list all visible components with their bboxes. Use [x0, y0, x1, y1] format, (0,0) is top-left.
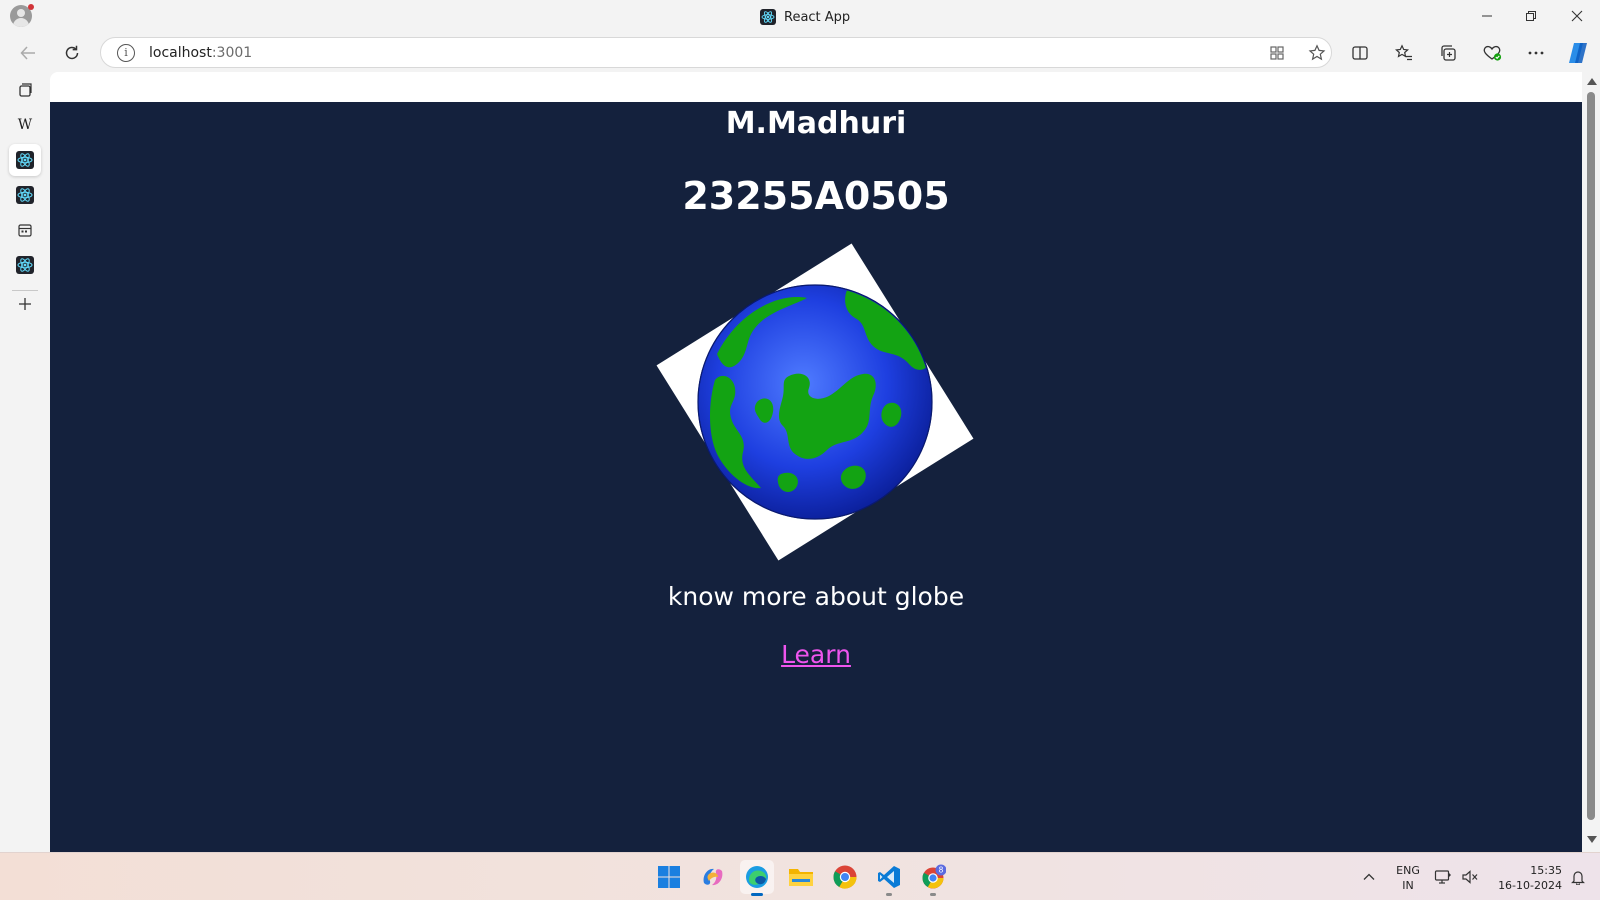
input-language-indicator[interactable]: ENG IN: [1393, 863, 1423, 893]
scroll-up-arrow-icon[interactable]: [1587, 78, 1597, 85]
react-app-root: M.Madhuri 23255A0505 know more about glo…: [50, 102, 1582, 852]
show-hidden-icons-chevron-icon[interactable]: [1354, 860, 1384, 894]
globe-icon: [697, 284, 933, 520]
vscode-icon[interactable]: [872, 860, 906, 896]
app-available-icon[interactable]: [1267, 43, 1287, 63]
tab-actions-icon[interactable]: [9, 74, 41, 106]
page-scrollbar[interactable]: [1582, 72, 1600, 852]
volume-muted-icon[interactable]: [1457, 860, 1483, 894]
restore-button[interactable]: [1508, 0, 1554, 32]
address-bar[interactable]: i localhost:3001: [100, 37, 1332, 68]
title-bar: React App: [0, 0, 1600, 34]
scrollbar-thumb[interactable]: [1587, 92, 1595, 820]
language-code: ENG: [1396, 864, 1420, 877]
copilot-icon[interactable]: [696, 860, 730, 894]
system-clock[interactable]: 15:35 16-10-2024: [1490, 863, 1562, 893]
chrome-icon[interactable]: [828, 860, 862, 894]
notification-bell-icon[interactable]: [1564, 860, 1592, 894]
collections-icon[interactable]: [1434, 39, 1462, 67]
site-info-icon[interactable]: i: [117, 44, 135, 62]
address-url[interactable]: localhost:3001: [149, 45, 252, 61]
chrome-profile-badge: 8: [939, 866, 944, 875]
favorite-star-icon[interactable]: [1307, 43, 1327, 63]
scroll-down-arrow-icon[interactable]: [1587, 836, 1597, 843]
refresh-button[interactable]: [58, 39, 86, 67]
file-explorer-icon[interactable]: [784, 860, 818, 894]
running-app-indicator: [930, 893, 936, 896]
learn-link-container: Learn: [50, 640, 1582, 669]
close-button[interactable]: [1554, 0, 1600, 32]
split-screen-icon[interactable]: [1346, 39, 1374, 67]
react-icon[interactable]: [9, 249, 41, 281]
browser-essentials-icon[interactable]: [1478, 39, 1506, 67]
window-title-text: React App: [784, 9, 851, 25]
calendar-icon[interactable]: [9, 214, 41, 246]
react-icon[interactable]: [9, 144, 41, 176]
clock-time: 15:35: [1530, 864, 1562, 877]
page-viewport: M.Madhuri 23255A0505 know more about glo…: [50, 72, 1582, 852]
chrome-profile-icon[interactable]: 8: [916, 860, 950, 896]
copilot-icon[interactable]: [1564, 39, 1592, 67]
new-tab-plus-icon[interactable]: [9, 288, 41, 320]
clock-date: 16-10-2024: [1498, 879, 1562, 892]
profile-notification-dot: [28, 4, 34, 10]
student-name: M.Madhuri: [725, 106, 907, 141]
back-button[interactable]: [14, 39, 42, 67]
react-icon: [760, 9, 776, 25]
region-code: IN: [1402, 879, 1414, 892]
vertical-tabs-sidebar: W: [0, 72, 50, 852]
react-icon[interactable]: [9, 179, 41, 211]
window-title: React App: [760, 8, 850, 26]
learn-link[interactable]: Learn: [781, 640, 851, 669]
minimize-button[interactable]: [1464, 0, 1510, 32]
network-icon[interactable]: [1430, 860, 1456, 894]
windows-taskbar: 8 ENG IN 15:35 16-10-2024: [0, 852, 1600, 900]
edge-icon[interactable]: [740, 860, 774, 896]
running-app-indicator: [886, 893, 892, 896]
more-options-icon[interactable]: [1522, 39, 1550, 67]
active-app-indicator: [751, 893, 763, 896]
wikipedia-icon[interactable]: W: [9, 109, 41, 141]
favorites-icon[interactable]: [1390, 39, 1418, 67]
navigation-bar: i localhost:3001: [0, 34, 1600, 72]
roll-number: 23255A0505: [682, 174, 950, 218]
tagline-text: know more about globe: [667, 582, 965, 611]
start-icon[interactable]: [652, 860, 686, 894]
globe-image: [655, 242, 975, 562]
